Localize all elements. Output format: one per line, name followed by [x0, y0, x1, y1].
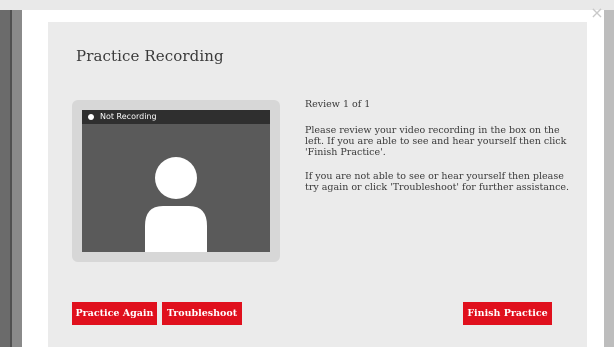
video-preview[interactable]: Not Recording — [82, 110, 270, 252]
page-left-edge — [0, 10, 10, 347]
practice-again-button[interactable]: Practice Again — [72, 302, 157, 325]
finish-practice-button[interactable]: Finish Practice — [463, 302, 552, 325]
recording-status-label: Not Recording — [100, 112, 157, 121]
troubleshoot-button[interactable]: Troubleshoot — [162, 302, 242, 325]
instructions-paragraph-1: Please review your video recording in th… — [305, 125, 567, 158]
instructions-paragraph-2: If you are not able to see or hear yours… — [305, 171, 570, 193]
user-avatar-icon — [145, 157, 207, 252]
practice-recording-dialog: Practice Recording Not Recording Review … — [48, 22, 587, 347]
dialog-title: Practice Recording — [76, 47, 224, 65]
recording-dot-icon — [88, 114, 94, 120]
review-count: Review 1 of 1 — [305, 99, 371, 110]
page-top-strip — [0, 0, 614, 10]
recording-status-bar: Not Recording — [82, 110, 270, 124]
close-icon[interactable]: × — [588, 4, 606, 22]
page-left-edge-inner — [12, 10, 22, 347]
video-preview-frame: Not Recording — [72, 100, 280, 262]
